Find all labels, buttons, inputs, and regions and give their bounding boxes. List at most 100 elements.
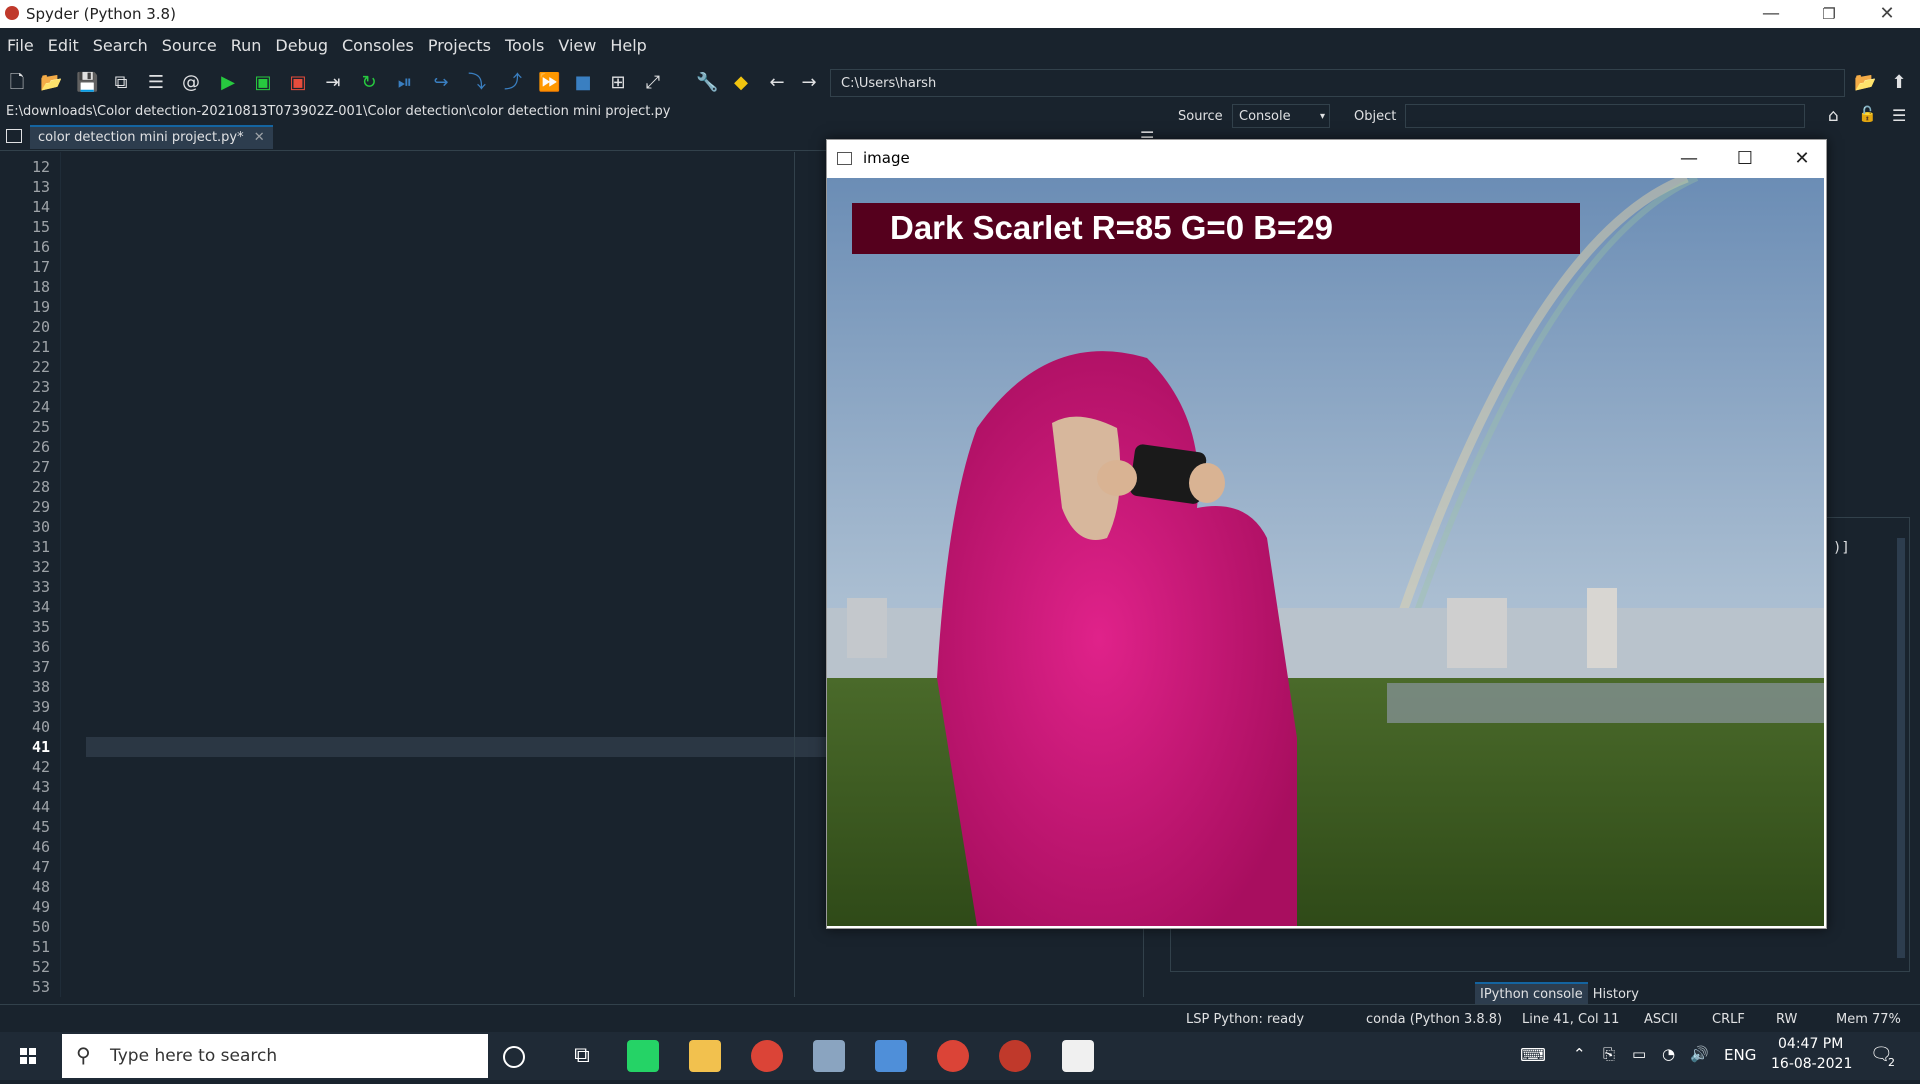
env-status: conda (Python 3.8.8) (1366, 1012, 1503, 1027)
wifi-icon[interactable]: ◔ (1662, 1045, 1675, 1063)
taskbar-search[interactable]: ⚲ Type here to search (62, 1034, 488, 1078)
keyboard-icon[interactable]: ⌨ (1520, 1045, 1546, 1066)
menu-projects[interactable]: Projects (421, 28, 498, 64)
spyder-taskbar-icon[interactable] (999, 1040, 1031, 1072)
menu-search[interactable]: Search (86, 28, 155, 64)
menu-debug[interactable]: Debug (268, 28, 335, 64)
object-input[interactable] (1405, 104, 1805, 128)
new-file-icon[interactable]: 🗋 (6, 72, 28, 94)
console-output-fragment: )] (1833, 540, 1850, 556)
cortana-icon[interactable] (503, 1046, 525, 1068)
window-title: Spyder (Python 3.8) (26, 5, 176, 23)
line-number: 43 (31, 778, 50, 796)
rerun-icon[interactable]: ↻ (358, 72, 380, 94)
line-number: 28 (31, 478, 50, 496)
step-return-icon[interactable]: ⤴ (502, 72, 524, 94)
line-number: 48 (31, 878, 50, 896)
step-into-icon[interactable]: ⤵ (466, 72, 488, 94)
editor-tab[interactable]: color detection mini project.py* ✕ (30, 125, 273, 149)
image-maximize-button[interactable]: ☐ (1720, 144, 1770, 174)
image-window-titlebar[interactable]: image — ☐ ✕ (827, 140, 1824, 178)
tab-history[interactable]: History (1588, 984, 1644, 1006)
spyder-logo-icon (5, 6, 19, 20)
browse-directory-icon[interactable]: 📂 (1854, 72, 1876, 94)
start-button[interactable] (0, 1032, 56, 1080)
usb-icon[interactable]: ⎘ (1603, 1045, 1615, 1063)
color-banner-text: Dark Scarlet R=85 G=0 B=29 (890, 209, 1334, 246)
console-scrollbar[interactable] (1897, 538, 1905, 958)
options-icon[interactable]: ☰ (1892, 106, 1906, 125)
line-number: 51 (31, 938, 50, 956)
chrome-profile-icon[interactable] (937, 1040, 969, 1072)
image-window[interactable]: image — ☐ ✕ Dark Scarlet R=85 G=0 B=29 (826, 139, 1827, 929)
menu-run[interactable]: Run (224, 28, 269, 64)
run-cell-advance-icon[interactable]: ▣ (287, 72, 309, 94)
save-all-icon[interactable]: ⧉ (110, 72, 132, 94)
color-banner: Dark Scarlet R=85 G=0 B=29 (852, 203, 1580, 254)
whatsapp-icon[interactable] (627, 1040, 659, 1072)
home-icon[interactable]: ⌂ (1828, 106, 1839, 126)
working-directory-input[interactable]: C:\Users\harsh (830, 69, 1845, 97)
debug-icon[interactable]: ⏯ (394, 72, 416, 94)
language-indicator[interactable]: ENG (1724, 1046, 1756, 1064)
at-icon[interactable]: @ (180, 72, 202, 94)
maximize-pane-icon[interactable]: ⊞ (607, 72, 629, 94)
image-minimize-button[interactable]: — (1664, 144, 1714, 174)
menu-help[interactable]: Help (603, 28, 653, 64)
run-icon[interactable]: ▶ (217, 72, 239, 94)
browse-tabs-icon[interactable] (6, 129, 22, 143)
search-icon: ⚲ (76, 1043, 91, 1067)
run-cell-icon[interactable]: ▣ (252, 72, 274, 94)
back-icon[interactable]: ← (766, 72, 788, 94)
list-icon[interactable]: ☰ (145, 72, 167, 94)
chevron-up-icon[interactable]: ⌃ (1573, 1045, 1586, 1063)
clock-time[interactable]: 04:47 PM (1778, 1036, 1843, 1052)
preferences-icon[interactable]: 🔧 (696, 72, 718, 94)
document-icon[interactable] (1062, 1040, 1094, 1072)
image-canvas[interactable]: Dark Scarlet R=85 G=0 B=29 (827, 178, 1824, 926)
menu-edit[interactable]: Edit (41, 28, 86, 64)
image-close-button[interactable]: ✕ (1777, 144, 1827, 174)
source-select[interactable]: Console ▾ (1232, 104, 1330, 128)
task-view-icon[interactable]: ⧉ (566, 1040, 598, 1072)
chrome-icon[interactable] (751, 1040, 783, 1072)
minimize-button[interactable]: — (1742, 0, 1800, 28)
computer-icon[interactable] (875, 1040, 907, 1072)
line-number: 38 (31, 678, 50, 696)
forward-icon[interactable]: → (798, 72, 820, 94)
continue-icon[interactable]: ⏩ (538, 72, 560, 94)
main-toolbar: 🗋 📂 💾 ⧉ ☰ @ ▶ ▣ ▣ ⇥ ↻ ⏯ ↪ ⤵ ⤴ ⏩ ■ ⊞ ⤢ 🔧 … (0, 64, 1920, 102)
run-selection-icon[interactable]: ⇥ (322, 72, 344, 94)
lock-icon[interactable]: 🔓 (1858, 105, 1877, 123)
step-icon[interactable]: ↪ (430, 72, 452, 94)
volume-icon[interactable]: 🔊 (1690, 1045, 1709, 1063)
fullscreen-icon[interactable]: ⤢ (642, 72, 664, 94)
battery-icon[interactable]: ▭ (1632, 1045, 1646, 1063)
current-line-highlight (86, 737, 826, 757)
parent-directory-icon[interactable]: ⬆ (1888, 72, 1910, 94)
save-icon[interactable]: 💾 (76, 72, 98, 94)
menu-source[interactable]: Source (155, 28, 224, 64)
file-explorer-icon[interactable] (689, 1040, 721, 1072)
python-path-icon[interactable]: ◆ (730, 72, 752, 94)
tab-ipython-console[interactable]: IPython console (1475, 982, 1588, 1004)
editor-tab-label: color detection mini project.py* (38, 130, 244, 145)
memory-status: Mem 77% (1836, 1012, 1901, 1027)
line-number: 37 (31, 658, 50, 676)
menu-view[interactable]: View (551, 28, 603, 64)
source-select-value: Console (1239, 109, 1291, 124)
photos-icon[interactable] (813, 1040, 845, 1072)
clock-date[interactable]: 16-08-2021 (1771, 1056, 1852, 1072)
menu-consoles[interactable]: Consoles (335, 28, 421, 64)
restore-button[interactable]: ❐ (1800, 0, 1858, 28)
open-file-icon[interactable]: 📂 (40, 72, 62, 94)
close-button[interactable]: ✕ (1858, 0, 1916, 28)
close-tab-icon[interactable]: ✕ (254, 130, 265, 145)
line-number: 46 (31, 838, 50, 856)
stop-debug-icon[interactable]: ■ (572, 72, 594, 94)
menu-file[interactable]: File (0, 28, 41, 64)
menu-tools[interactable]: Tools (498, 28, 551, 64)
line-number: 27 (31, 458, 50, 476)
line-number-current: 41 (31, 738, 50, 756)
image-window-title: image (863, 149, 910, 167)
